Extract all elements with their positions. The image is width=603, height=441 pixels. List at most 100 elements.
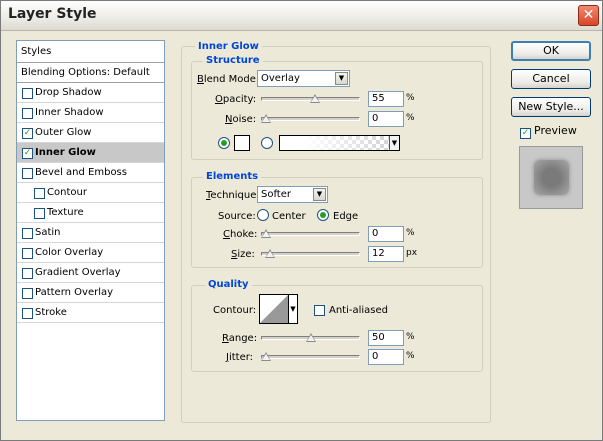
title-bar[interactable]: Layer Style ✕ (1, 1, 602, 31)
blend-mode-label-mnemonic: B (197, 74, 204, 85)
elements-title: Elements (203, 171, 262, 182)
noise-unit: % (406, 113, 415, 123)
list-item-contour[interactable]: Contour (17, 183, 164, 203)
size-input[interactable]: 12 (368, 246, 404, 262)
jitter-slider[interactable] (261, 352, 360, 362)
checkbox-drop-shadow[interactable] (22, 88, 33, 99)
blend-mode-value: Overlay (261, 73, 300, 84)
blend-mode-select[interactable]: Overlay ▼ (257, 70, 350, 87)
list-item-inner-glow[interactable]: ✓ Inner Glow (17, 143, 164, 163)
list-item-color-overlay[interactable]: Color Overlay (17, 243, 164, 263)
solid-color-radio[interactable] (218, 137, 230, 149)
choke-label-text: hoke: (229, 229, 258, 240)
noise-slider-track (261, 117, 360, 121)
checkbox-texture[interactable] (34, 208, 45, 219)
blend-mode-label-text: lend Mode: (203, 74, 260, 85)
choke-slider[interactable] (261, 229, 360, 239)
chevron-down-icon[interactable]: ▼ (313, 188, 326, 201)
list-item-texture[interactable]: Texture (17, 203, 164, 223)
list-item-inner-shadow[interactable]: Inner Shadow (17, 103, 164, 123)
noise-label: Noise: (225, 114, 256, 125)
checkbox-color-overlay[interactable] (22, 248, 33, 259)
checkbox-inner-shadow[interactable] (22, 108, 33, 119)
anti-aliased-label[interactable]: Anti-aliased (329, 305, 388, 316)
source-center-radio[interactable] (257, 209, 269, 221)
list-item-drop-shadow[interactable]: Drop Shadow (17, 83, 164, 103)
list-item-label: Blending Options: Default (21, 67, 150, 78)
checkbox-gradient-overlay[interactable] (22, 268, 33, 279)
list-item-blending-options[interactable]: Blending Options: Default (17, 63, 164, 83)
checkbox-inner-glow[interactable]: ✓ (22, 148, 33, 159)
technique-select[interactable]: Softer ▼ (257, 186, 328, 203)
cancel-button[interactable]: Cancel (511, 69, 591, 89)
noise-label-text: oise: (232, 114, 257, 125)
opacity-slider-thumb[interactable] (309, 94, 320, 103)
range-label: Range: (222, 333, 257, 344)
opacity-label-mnemonic: O (215, 94, 223, 105)
checkbox-contour[interactable] (34, 188, 45, 199)
contour-picker[interactable] (259, 294, 289, 324)
noise-slider[interactable] (261, 114, 360, 124)
style-preview (519, 146, 583, 209)
list-item-bevel-emboss[interactable]: Bevel and Emboss (17, 163, 164, 183)
choke-slider-track (261, 232, 360, 236)
checkbox-stroke[interactable] (22, 308, 33, 319)
opacity-label-text: pacity: (222, 94, 257, 105)
dialog-title: Layer Style (8, 6, 97, 22)
size-slider-thumb[interactable] (265, 249, 276, 258)
source-center-label[interactable]: Center (272, 211, 306, 222)
noise-slider-thumb[interactable] (261, 114, 271, 123)
new-style-button[interactable]: New Style... (511, 97, 591, 117)
checkbox-bevel-emboss[interactable] (22, 168, 33, 179)
list-item-gradient-overlay[interactable]: Gradient Overlay (17, 263, 164, 283)
chevron-down-icon[interactable]: ▼ (289, 294, 298, 324)
chevron-down-icon[interactable]: ▼ (335, 72, 348, 85)
noise-input[interactable]: 0 (368, 111, 404, 127)
choke-label-mnemonic: C (223, 229, 230, 240)
list-item-label: Contour (47, 187, 87, 198)
preview-checkbox[interactable]: ✓ (520, 128, 531, 139)
choke-input[interactable]: 0 (368, 226, 404, 242)
list-item-label: Outer Glow (35, 127, 92, 138)
choke-label: Choke: (223, 229, 257, 240)
checkbox-satin[interactable] (22, 228, 33, 239)
jitter-input[interactable]: 0 (368, 349, 404, 365)
preview-toggle[interactable]: ✓ Preview (520, 124, 577, 139)
opacity-input[interactable]: 55 (368, 91, 404, 107)
opacity-unit: % (406, 93, 415, 103)
list-item-label: Drop Shadow (35, 87, 102, 98)
range-slider-thumb[interactable] (305, 333, 316, 342)
preview-label: Preview (534, 124, 577, 137)
chevron-down-icon[interactable]: ▼ (389, 136, 399, 150)
anti-aliased-checkbox[interactable] (314, 305, 325, 316)
list-item-outer-glow[interactable]: ✓ Outer Glow (17, 123, 164, 143)
contour-label: Contour: (213, 305, 257, 316)
ok-button[interactable]: OK (511, 41, 591, 61)
list-item-label: Pattern Overlay (35, 287, 114, 298)
range-input[interactable]: 50 (368, 330, 404, 346)
list-item-satin[interactable]: Satin (17, 223, 164, 243)
technique-label: Technique: (206, 190, 260, 201)
list-item-stroke[interactable]: Stroke (17, 303, 164, 323)
source-edge-radio[interactable] (317, 209, 329, 221)
range-slider[interactable] (261, 333, 360, 343)
glow-gradient-picker[interactable]: ▼ (279, 135, 400, 151)
range-label-mnemonic: R (222, 333, 229, 344)
close-icon[interactable]: ✕ (578, 5, 599, 26)
jitter-slider-thumb[interactable] (261, 352, 271, 361)
opacity-slider[interactable] (261, 94, 360, 104)
blend-mode-label: Blend Mode: (197, 74, 259, 85)
source-edge-label[interactable]: Edge (333, 211, 358, 222)
checkbox-outer-glow[interactable]: ✓ (22, 128, 33, 139)
list-item-label: Inner Shadow (35, 107, 104, 118)
list-item-label: Texture (47, 207, 84, 218)
size-slider[interactable] (261, 249, 360, 259)
size-slider-track (261, 252, 360, 256)
glow-color-swatch[interactable] (234, 135, 250, 151)
checkbox-pattern-overlay[interactable] (22, 288, 33, 299)
list-item-pattern-overlay[interactable]: Pattern Overlay (17, 283, 164, 303)
size-label: Size: (231, 249, 255, 260)
styles-list-header[interactable]: Styles (17, 41, 164, 63)
gradient-radio[interactable] (261, 137, 273, 149)
choke-slider-thumb[interactable] (261, 229, 271, 238)
